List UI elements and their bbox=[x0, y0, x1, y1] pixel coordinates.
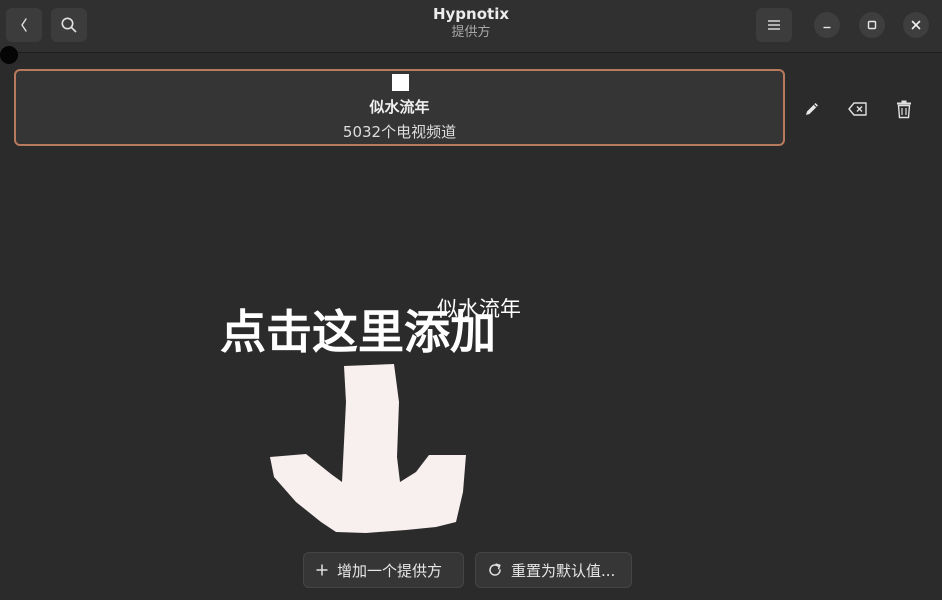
app-subtitle: 提供方 bbox=[451, 25, 491, 40]
refresh-icon bbox=[489, 563, 501, 576]
add-provider-label: 增加一个提供方 bbox=[337, 561, 443, 580]
provider-channel-count: 5032个电视频道 bbox=[342, 123, 457, 141]
edit-icon bbox=[806, 103, 818, 115]
arrow-down-drawing-icon bbox=[270, 364, 466, 533]
hamburger-menu-icon bbox=[768, 20, 780, 30]
search-button[interactable] bbox=[51, 8, 87, 42]
chevron-left-icon bbox=[21, 18, 27, 32]
close-icon bbox=[911, 20, 921, 30]
minimize-button[interactable] bbox=[814, 12, 840, 38]
trash-icon bbox=[897, 100, 911, 119]
delete-provider-button[interactable] bbox=[891, 96, 917, 122]
add-provider-button[interactable]: 增加一个提供方 bbox=[303, 552, 464, 588]
app-title: Hypnotix bbox=[432, 5, 510, 23]
edit-provider-button[interactable] bbox=[799, 96, 825, 122]
minimize-icon bbox=[823, 26, 831, 29]
provider-logo-icon bbox=[392, 74, 409, 91]
cursor-dot bbox=[0, 46, 18, 64]
title-area: Hypnotix 提供方 bbox=[0, 5, 942, 42]
header-bar: Hypnotix 提供方 bbox=[0, 0, 942, 53]
main-menu-button[interactable] bbox=[756, 8, 792, 42]
provider-row[interactable]: 似水流年 5032个电视频道 bbox=[14, 69, 785, 146]
reset-defaults-button[interactable]: 重置为默认值... bbox=[475, 552, 632, 588]
search-icon bbox=[61, 17, 77, 33]
close-button[interactable] bbox=[903, 12, 929, 38]
back-button[interactable] bbox=[6, 8, 42, 42]
provider-name: 似水流年 bbox=[369, 98, 430, 116]
plus-icon bbox=[316, 564, 328, 576]
maximize-button[interactable] bbox=[859, 12, 885, 38]
reset-defaults-label: 重置为默认值... bbox=[511, 561, 616, 580]
clear-provider-button[interactable] bbox=[845, 96, 871, 122]
clear-icon bbox=[848, 102, 867, 116]
maximize-icon bbox=[867, 20, 877, 30]
annotation-small-text: 似水流年 bbox=[437, 297, 521, 321]
app-window: Hypnotix 提供方 似水流年 5032个电视频道 点击这里添加 似水流年 … bbox=[0, 0, 942, 600]
